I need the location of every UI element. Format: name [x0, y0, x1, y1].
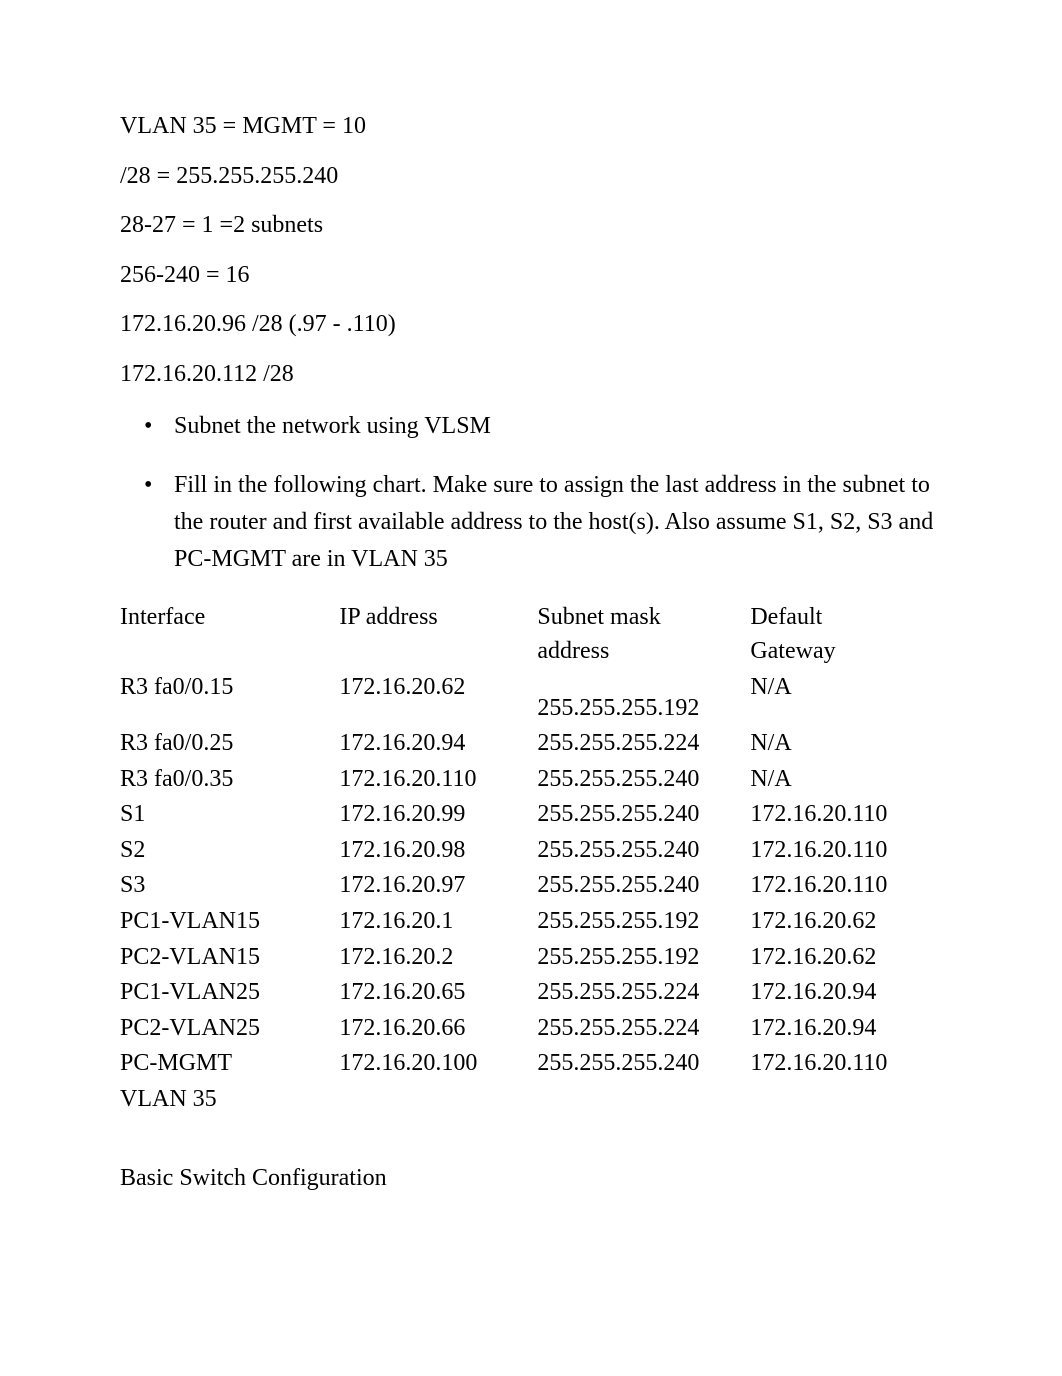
- cell-interface: PC1-VLAN15: [120, 904, 339, 940]
- cell-gateway: 172.16.20.94: [750, 975, 942, 1011]
- cell-gateway: N/A: [750, 762, 942, 798]
- cell-gateway: 172.16.20.110: [750, 797, 942, 833]
- cell-mask: 255.255.255.240: [537, 762, 750, 798]
- cell-interface: R3 fa0/0.15: [120, 670, 339, 727]
- list-item: Subnet the network using VLSM: [120, 408, 942, 445]
- cell-gateway: N/A: [750, 670, 942, 727]
- cell-gateway: 172.16.20.62: [750, 940, 942, 976]
- table-row: S2 172.16.20.98 255.255.255.240 172.16.2…: [120, 833, 942, 869]
- cell-ip: 172.16.20.110: [339, 762, 537, 798]
- cell-interface: PC2-VLAN25: [120, 1011, 339, 1047]
- cell-ip: 172.16.20.65: [339, 975, 537, 1011]
- cell-ip: 172.16.20.66: [339, 1011, 537, 1047]
- body-text: 172.16.20.96 /28 (.97 - .110): [120, 308, 942, 342]
- cell-gateway: [750, 1082, 942, 1118]
- table-row: PC2-VLAN15 172.16.20.2 255.255.255.192 1…: [120, 940, 942, 976]
- cell-interface: PC-MGMT: [120, 1046, 339, 1082]
- col-header-gw-line1: Default: [750, 604, 822, 630]
- cell-mask: 255.255.255.192: [537, 670, 750, 727]
- col-header-interface: Interface: [120, 600, 339, 669]
- table-row: S3 172.16.20.97 255.255.255.240 172.16.2…: [120, 868, 942, 904]
- cell-gateway: 172.16.20.62: [750, 904, 942, 940]
- table-row: VLAN 35: [120, 1082, 942, 1118]
- col-header-ip: IP address: [339, 600, 537, 669]
- table-row: R3 fa0/0.15 172.16.20.62 255.255.255.192…: [120, 670, 942, 727]
- cell-mask: 255.255.255.240: [537, 868, 750, 904]
- cell-mask: 255.255.255.192: [537, 904, 750, 940]
- table-row: PC1-VLAN25 172.16.20.65 255.255.255.224 …: [120, 975, 942, 1011]
- cell-mask: 255.255.255.224: [537, 975, 750, 1011]
- col-header-gateway: Default Gateway: [750, 600, 942, 669]
- cell-ip: 172.16.20.1: [339, 904, 537, 940]
- cell-mask: 255.255.255.192: [537, 940, 750, 976]
- cell-gateway: N/A: [750, 726, 942, 762]
- cell-gateway: 172.16.20.110: [750, 1046, 942, 1082]
- col-header-mask: Subnet mask address: [537, 600, 750, 669]
- cell-mask: 255.255.255.224: [537, 726, 750, 762]
- cell-interface: PC1-VLAN25: [120, 975, 339, 1011]
- table-row: S1 172.16.20.99 255.255.255.240 172.16.2…: [120, 797, 942, 833]
- cell-mask: 255.255.255.240: [537, 1046, 750, 1082]
- cell-gateway: 172.16.20.110: [750, 833, 942, 869]
- cell-ip: 172.16.20.62: [339, 670, 537, 727]
- cell-interface: R3 fa0/0.25: [120, 726, 339, 762]
- cell-interface: PC2-VLAN15: [120, 940, 339, 976]
- table-row: PC2-VLAN25 172.16.20.66 255.255.255.224 …: [120, 1011, 942, 1047]
- body-text: VLAN 35 = MGMT = 10: [120, 110, 942, 144]
- cell-interface: S2: [120, 833, 339, 869]
- cell-gateway: 172.16.20.110: [750, 868, 942, 904]
- body-text: 28-27 = 1 =2 subnets: [120, 209, 942, 243]
- cell-gateway: 172.16.20.94: [750, 1011, 942, 1047]
- table-row: R3 fa0/0.25 172.16.20.94 255.255.255.224…: [120, 726, 942, 762]
- cell-mask: 255.255.255.240: [537, 797, 750, 833]
- body-text: 256-240 = 16: [120, 259, 942, 293]
- table-row: R3 fa0/0.35 172.16.20.110 255.255.255.24…: [120, 762, 942, 798]
- body-text: 172.16.20.112 /28: [120, 358, 942, 392]
- cell-ip: 172.16.20.94: [339, 726, 537, 762]
- cell-ip: 172.16.20.100: [339, 1046, 537, 1082]
- cell-ip: 172.16.20.98: [339, 833, 537, 869]
- table-row: PC1-VLAN15 172.16.20.1 255.255.255.192 1…: [120, 904, 942, 940]
- list-item: Fill in the following chart. Make sure t…: [120, 467, 942, 579]
- section-heading: Basic Switch Configuration: [120, 1162, 942, 1196]
- table-row: PC-MGMT 172.16.20.100 255.255.255.240 17…: [120, 1046, 942, 1082]
- cell-ip: [339, 1082, 537, 1118]
- cell-interface: S3: [120, 868, 339, 904]
- col-header-mask-line2: address: [537, 638, 609, 664]
- cell-ip: 172.16.20.97: [339, 868, 537, 904]
- instruction-list: Subnet the network using VLSM Fill in th…: [120, 408, 942, 579]
- cell-ip: 172.16.20.99: [339, 797, 537, 833]
- cell-mask: [537, 1082, 750, 1118]
- table-header-row: Interface IP address Subnet mask address…: [120, 600, 942, 669]
- cell-ip: 172.16.20.2: [339, 940, 537, 976]
- cell-interface: R3 fa0/0.35: [120, 762, 339, 798]
- col-header-mask-line1: Subnet mask: [537, 604, 660, 630]
- body-text: /28 = 255.255.255.240: [120, 160, 942, 194]
- col-header-gw-line2: Gateway: [750, 638, 835, 664]
- addressing-table: Interface IP address Subnet mask address…: [120, 600, 942, 1117]
- cell-mask: 255.255.255.224: [537, 1011, 750, 1047]
- cell-interface: VLAN 35: [120, 1082, 339, 1118]
- cell-interface: S1: [120, 797, 339, 833]
- cell-mask: 255.255.255.240: [537, 833, 750, 869]
